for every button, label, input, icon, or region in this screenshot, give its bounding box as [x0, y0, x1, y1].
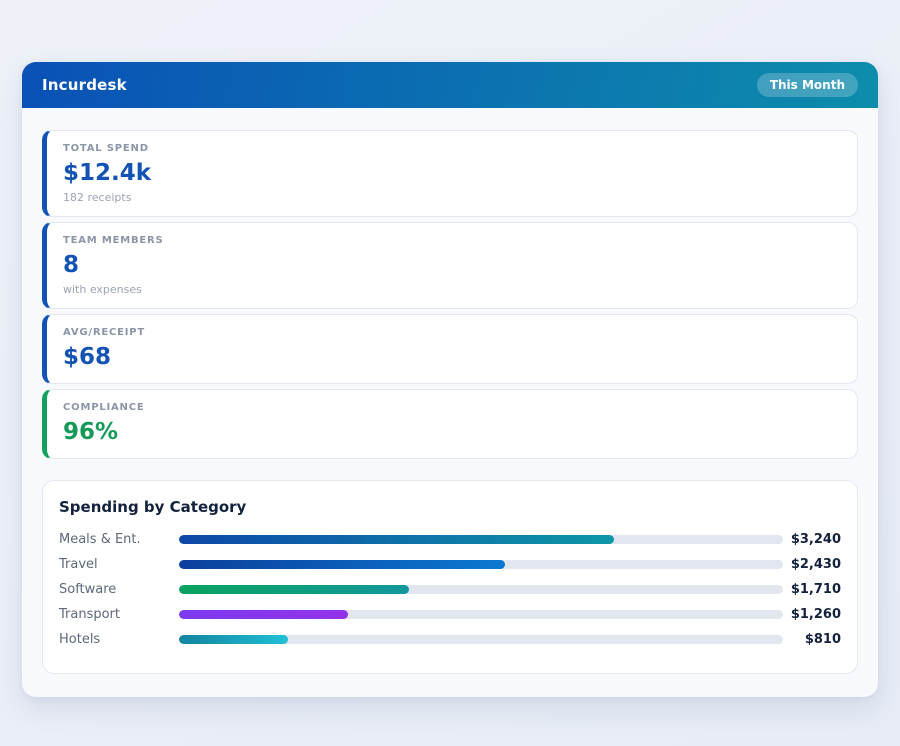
chart-rows: Meals & Ent. $3,240 Travel $2,430 Softwa… — [59, 527, 841, 652]
stat-value: 8 — [63, 252, 841, 279]
stat-label: TEAM MEMBERS — [63, 235, 841, 246]
chart-row-value: $2,430 — [783, 557, 841, 572]
dashboard-panel: Incurdesk This Month TOTAL SPEND $12.4k … — [22, 62, 878, 697]
chart-row: Travel $2,430 — [59, 552, 841, 577]
stat-card-total-spend: TOTAL SPEND $12.4k 182 receipts — [42, 130, 858, 217]
dashboard-content: TOTAL SPEND $12.4k 182 receipts TEAM MEM… — [22, 108, 878, 697]
bar-track — [179, 635, 783, 644]
bar-fill — [179, 610, 348, 619]
chart-row: Transport $1,260 — [59, 602, 841, 627]
chart-row-label: Travel — [59, 557, 179, 572]
stat-card-team-members: TEAM MEMBERS 8 with expenses — [42, 222, 858, 309]
stat-value: $68 — [63, 344, 841, 371]
app-title: Incurdesk — [42, 76, 127, 94]
app-header: Incurdesk This Month — [22, 62, 878, 108]
bar-track — [179, 585, 783, 594]
stat-sub: 182 receipts — [63, 191, 841, 204]
stat-label: TOTAL SPEND — [63, 143, 841, 154]
chart-title: Spending by Category — [59, 498, 841, 516]
stat-value: 96% — [63, 419, 841, 446]
chart-row: Meals & Ent. $3,240 — [59, 527, 841, 552]
stats-list: TOTAL SPEND $12.4k 182 receipts TEAM MEM… — [42, 130, 858, 459]
bar-track — [179, 610, 783, 619]
chart-row-value: $3,240 — [783, 532, 841, 547]
stat-label: AVG/RECEIPT — [63, 327, 841, 338]
bar-track — [179, 560, 783, 569]
period-badge[interactable]: This Month — [757, 73, 858, 97]
chart-row-value: $1,710 — [783, 582, 841, 597]
chart-row-label: Hotels — [59, 632, 179, 647]
stat-sub: with expenses — [63, 283, 841, 296]
chart-row-value: $1,260 — [783, 607, 841, 622]
chart-row: Hotels $810 — [59, 627, 841, 652]
bar-fill — [179, 585, 409, 594]
chart-row: Software $1,710 — [59, 577, 841, 602]
chart-row-label: Meals & Ent. — [59, 532, 179, 547]
chart-row-label: Transport — [59, 607, 179, 622]
bar-fill — [179, 560, 505, 569]
spending-by-category-card: Spending by Category Meals & Ent. $3,240… — [42, 480, 858, 674]
bar-fill — [179, 535, 614, 544]
stat-label: COMPLIANCE — [63, 402, 841, 413]
stat-card-avg-receipt: AVG/RECEIPT $68 — [42, 314, 858, 384]
chart-row-value: $810 — [783, 632, 841, 647]
chart-row-label: Software — [59, 582, 179, 597]
stat-card-compliance: COMPLIANCE 96% — [42, 389, 858, 459]
bar-track — [179, 535, 783, 544]
bar-fill — [179, 635, 288, 644]
stat-value: $12.4k — [63, 160, 841, 187]
